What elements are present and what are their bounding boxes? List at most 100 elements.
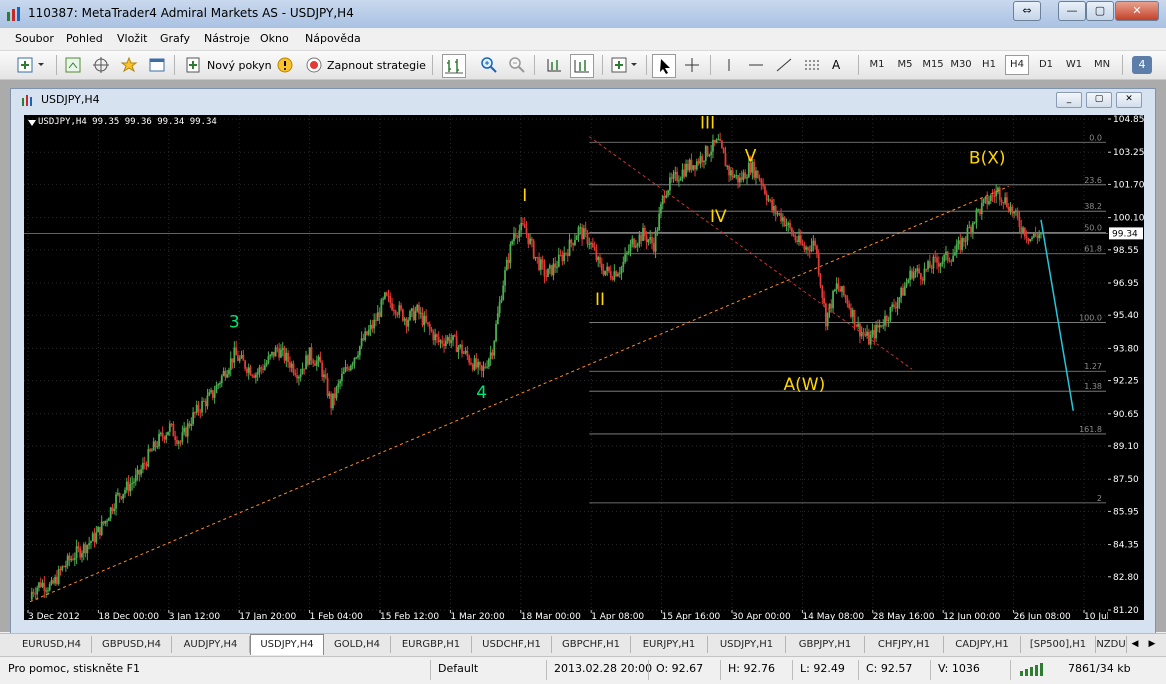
tab-cadjpy-h1[interactable]: CADJPY,H1 — [944, 636, 1021, 653]
crosshair-nav-button[interactable] — [92, 54, 110, 76]
crosshair-button[interactable] — [682, 54, 702, 76]
tab-audjpy-h4[interactable]: AUDJPY,H4 — [172, 636, 250, 653]
tab-nzdu[interactable]: NZDU — [1096, 636, 1127, 653]
new-order-button[interactable]: Nový pokyn — [184, 54, 272, 76]
timeframe-w1[interactable]: W1 — [1062, 55, 1086, 75]
candle-body — [629, 243, 632, 252]
timeframe-m15[interactable]: M15 — [921, 55, 945, 75]
timeframe-d1[interactable]: D1 — [1034, 55, 1058, 75]
candle-body — [582, 228, 585, 240]
menu-nastroje[interactable]: Nástroje — [204, 32, 250, 45]
chart-shift-button[interactable] — [570, 54, 594, 78]
menu-pohled[interactable]: Pohled — [66, 32, 103, 45]
notifications-button[interactable]: 4 — [1132, 54, 1152, 76]
candle-body — [1016, 210, 1019, 218]
bar-chart-button[interactable] — [442, 54, 466, 78]
candle-body — [86, 545, 89, 554]
candle-body — [444, 340, 447, 346]
candle-body — [468, 356, 471, 363]
tabs-scroll-left-button[interactable]: ◀ — [1128, 637, 1142, 652]
favorites-button[interactable] — [120, 54, 138, 76]
terminal-button[interactable] — [148, 54, 166, 76]
candle-body — [423, 315, 426, 326]
tab-gold-h4[interactable]: GOLD,H4 — [324, 636, 391, 653]
timeframe-h4[interactable]: H4 — [1005, 55, 1029, 75]
tab-eurjpy-h1[interactable]: EURJPY,H1 — [631, 636, 708, 653]
candle-body — [403, 318, 406, 321]
tab-gbpusd-h4[interactable]: GBPUSD,H4 — [92, 636, 172, 653]
fibonacci-button[interactable] — [802, 54, 822, 76]
zoom-in-button[interactable] — [480, 54, 498, 76]
trendline-button[interactable] — [774, 54, 794, 76]
timeframe-mn[interactable]: MN — [1090, 55, 1114, 75]
candle-body — [480, 365, 483, 371]
vertical-line-button[interactable] — [720, 54, 738, 76]
candle-body — [70, 558, 73, 561]
chart-close-button[interactable]: ✕ — [1116, 92, 1142, 108]
minimize-window-button[interactable]: — — [1058, 1, 1086, 21]
zoom-out-button[interactable] — [508, 54, 526, 76]
candle-body — [928, 261, 931, 268]
chart-maximize-button[interactable]: ▢ — [1086, 92, 1112, 108]
close-window-button[interactable]: ✕ — [1115, 1, 1159, 21]
tab-sp500-h1[interactable]: [SP500],H1 — [1021, 636, 1096, 653]
candle-body — [764, 186, 766, 194]
fib-level-label: 50.0 — [1084, 224, 1102, 233]
new-order-label: Nový pokyn — [207, 58, 272, 72]
tab-gbpchf-h1[interactable]: GBPCHF,H1 — [552, 636, 631, 653]
status-separator — [858, 660, 859, 680]
crosshair-icon — [685, 58, 699, 72]
text-label-button[interactable]: A — [832, 54, 840, 76]
candle-body — [156, 446, 159, 448]
menu-grafy[interactable]: Grafy — [160, 32, 190, 45]
candle-body — [301, 368, 304, 374]
restore-window-button[interactable]: ⇔ — [1013, 1, 1041, 21]
candle-body — [948, 260, 951, 262]
candle-body — [461, 344, 463, 354]
candle-body — [690, 159, 693, 170]
candle-body — [1004, 197, 1007, 204]
auto-scroll-button[interactable] — [544, 54, 564, 76]
tabs-scroll-right-button[interactable]: ▶ — [1145, 637, 1159, 652]
candle-body — [744, 172, 747, 179]
auto-trading-button[interactable]: Zapnout strategie — [304, 54, 426, 76]
cursor-button[interactable] — [652, 54, 676, 78]
menu-soubor[interactable]: Soubor — [15, 32, 54, 45]
candle-body — [52, 580, 55, 584]
timeframe-h1[interactable]: H1 — [977, 55, 1001, 75]
candle-body — [210, 390, 212, 393]
menu-napoveda[interactable]: Nápověda — [305, 32, 361, 45]
menu-vlozit[interactable]: Vložit — [117, 32, 147, 45]
maximize-window-button[interactable]: ▢ — [1086, 1, 1114, 21]
timeframe-m1[interactable]: M1 — [865, 55, 889, 75]
candle-body — [864, 333, 867, 336]
candle-body — [364, 331, 367, 341]
candle-body — [925, 268, 928, 270]
candle-body — [61, 566, 64, 571]
tab-gbpjpy-h1[interactable]: GBPJPY,H1 — [786, 636, 865, 653]
timeframe-m30[interactable]: M30 — [949, 55, 973, 75]
candle-body — [81, 553, 83, 558]
menu-okno[interactable]: Okno — [260, 32, 289, 45]
tab-eurusd-h4[interactable]: EURUSD,H4 — [12, 636, 92, 653]
candle-body — [1018, 217, 1021, 227]
tab-usdjpy-h4[interactable]: USDJPY,H4 — [250, 634, 324, 655]
candle-body — [860, 332, 863, 337]
tab-chfjpy-h1[interactable]: CHFJPY,H1 — [865, 636, 944, 653]
tab-usdjpy-h1[interactable]: USDJPY,H1 — [708, 636, 786, 653]
candle-body — [59, 569, 62, 571]
alert-button[interactable] — [276, 54, 294, 76]
timeframe-m5[interactable]: M5 — [893, 55, 917, 75]
horizontal-line-button[interactable] — [746, 54, 766, 76]
market-watch-button[interactable] — [64, 54, 82, 76]
chart-minimize-button[interactable]: _ — [1056, 92, 1082, 108]
candle-body — [367, 329, 370, 335]
tab-usdchf-h1[interactable]: USDCHF,H1 — [472, 636, 552, 653]
tab-eurgbp-h1[interactable]: EURGBP,H1 — [391, 636, 472, 653]
candle-body — [980, 202, 983, 214]
chart-plot-area[interactable]: 0.0 23.6 38.2 50.0 61.8 100.0 1.27 1.38 161.8 2 3 4… — [24, 115, 1108, 620]
new-chart-button[interactable] — [16, 54, 46, 76]
candle-body — [82, 544, 85, 554]
indicators-button[interactable] — [610, 54, 640, 76]
candle-body — [912, 272, 915, 279]
